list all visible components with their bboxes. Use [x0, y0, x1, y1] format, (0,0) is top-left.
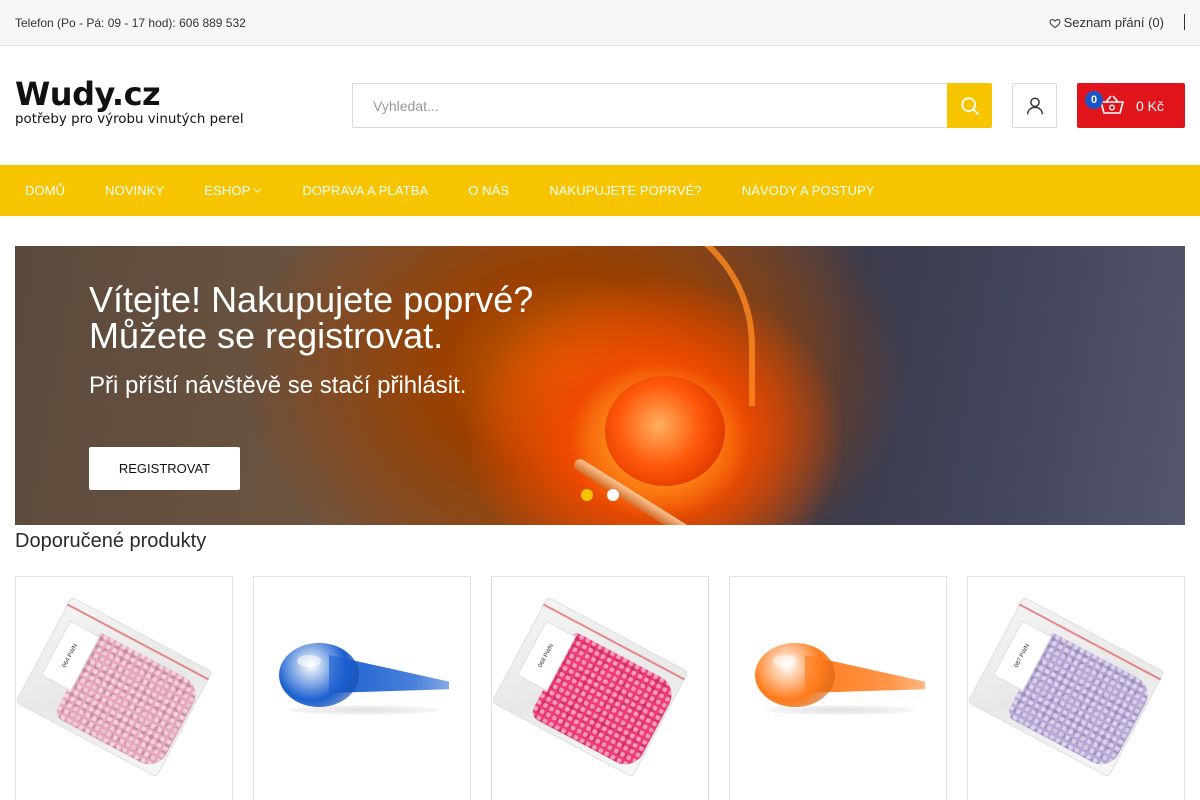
wishlist-link[interactable]: Seznam přání (0)	[1049, 15, 1164, 30]
product-card[interactable]: 087 PWN	[967, 576, 1185, 800]
cart-button[interactable]: 0 0 Kč	[1077, 83, 1185, 128]
product-image: 087 PWN	[968, 596, 1165, 778]
nav-item-shipping[interactable]: DOPRAVA A PLATBA	[282, 183, 448, 198]
account-button[interactable]	[1012, 83, 1057, 128]
product-card[interactable]	[729, 576, 947, 800]
product-image: 064 PWN	[16, 596, 213, 778]
nav-item-first-time[interactable]: NAKUPUJETE POPRVÉ?	[529, 183, 722, 198]
basket-icon	[1100, 95, 1124, 114]
product-image	[279, 639, 449, 719]
nav-item-guides[interactable]: NÁVODY A POSTUPY	[722, 183, 895, 198]
nav-item-label: ESHOP	[204, 183, 251, 198]
nav-item-eshop[interactable]: ESHOP	[184, 183, 282, 198]
topbar-divider	[1184, 14, 1185, 30]
product-grid: 064 PWN 068 PWN 087 PWN	[15, 576, 1185, 800]
search-input[interactable]	[353, 84, 947, 127]
nav-item-label: DOMŮ	[25, 183, 66, 198]
nav-item-label: O NÁS	[468, 183, 510, 198]
cart-count-badge: 0	[1085, 91, 1103, 109]
nav-item-label: NOVINKY	[105, 183, 165, 198]
slider-dot-1[interactable]	[581, 489, 593, 501]
chevron-down-icon	[253, 188, 262, 193]
hero-heading-line1: Vítejte! Nakupujete poprvé?	[89, 279, 534, 320]
product-card[interactable]: 068 PWN	[491, 576, 709, 800]
logo-tagline: potřeby pro výrobu vinutých perel	[15, 112, 244, 127]
nav-item-label: NAKUPUJETE POPRVÉ?	[549, 183, 702, 198]
nav-item-label: NÁVODY A POSTUPY	[741, 183, 875, 198]
phone-info: Telefon (Po - Pá: 09 - 17 hod): 606 889 …	[15, 16, 246, 30]
product-drop-head	[279, 643, 359, 707]
logo-name: Wudy.cz	[15, 75, 161, 113]
hero-banner[interactable]: Vítejte! Nakupujete poprvé? Můžete se re…	[15, 246, 1185, 525]
heart-icon	[1049, 18, 1061, 28]
product-image	[755, 639, 925, 719]
product-card[interactable]: 064 PWN	[15, 576, 233, 800]
nav-item-about[interactable]: O NÁS	[448, 183, 529, 198]
section-title: Doporučené produkty	[15, 530, 207, 552]
nav-item-news[interactable]: NOVINKY	[85, 183, 184, 198]
nav-item-home[interactable]: DOMŮ	[5, 183, 85, 198]
nav-item-label: DOPRAVA A PLATBA	[302, 183, 429, 198]
hero-heading-line2: Můžete se registrovat.	[89, 315, 444, 356]
product-card[interactable]	[253, 576, 471, 800]
user-icon	[1026, 96, 1043, 114]
slider-dots	[581, 489, 619, 501]
product-drop-head	[755, 643, 835, 707]
hero-subheading: Při příští návštěvě se stačí přihlásit.	[89, 372, 467, 399]
molten-glass-ball	[605, 376, 725, 486]
hero-heading: Vítejte! Nakupujete poprvé? Můžete se re…	[89, 282, 533, 354]
product-image: 068 PWN	[492, 596, 689, 778]
top-bar: Telefon (Po - Pá: 09 - 17 hod): 606 889 …	[0, 0, 1200, 46]
search-bar	[352, 83, 992, 128]
search-button[interactable]	[947, 83, 992, 128]
slider-dot-2[interactable]	[607, 489, 619, 501]
main-nav: DOMŮ NOVINKY ESHOP DOPRAVA A PLATBA O NÁ…	[0, 165, 1200, 216]
cart-total: 0 Kč	[1136, 98, 1165, 114]
wishlist-label: Seznam přání (0)	[1063, 15, 1164, 30]
site-logo[interactable]: Wudy.cz potřeby pro výrobu vinutých pere…	[15, 76, 245, 128]
register-button[interactable]: REGISTROVAT	[89, 447, 240, 490]
search-icon	[960, 96, 979, 115]
